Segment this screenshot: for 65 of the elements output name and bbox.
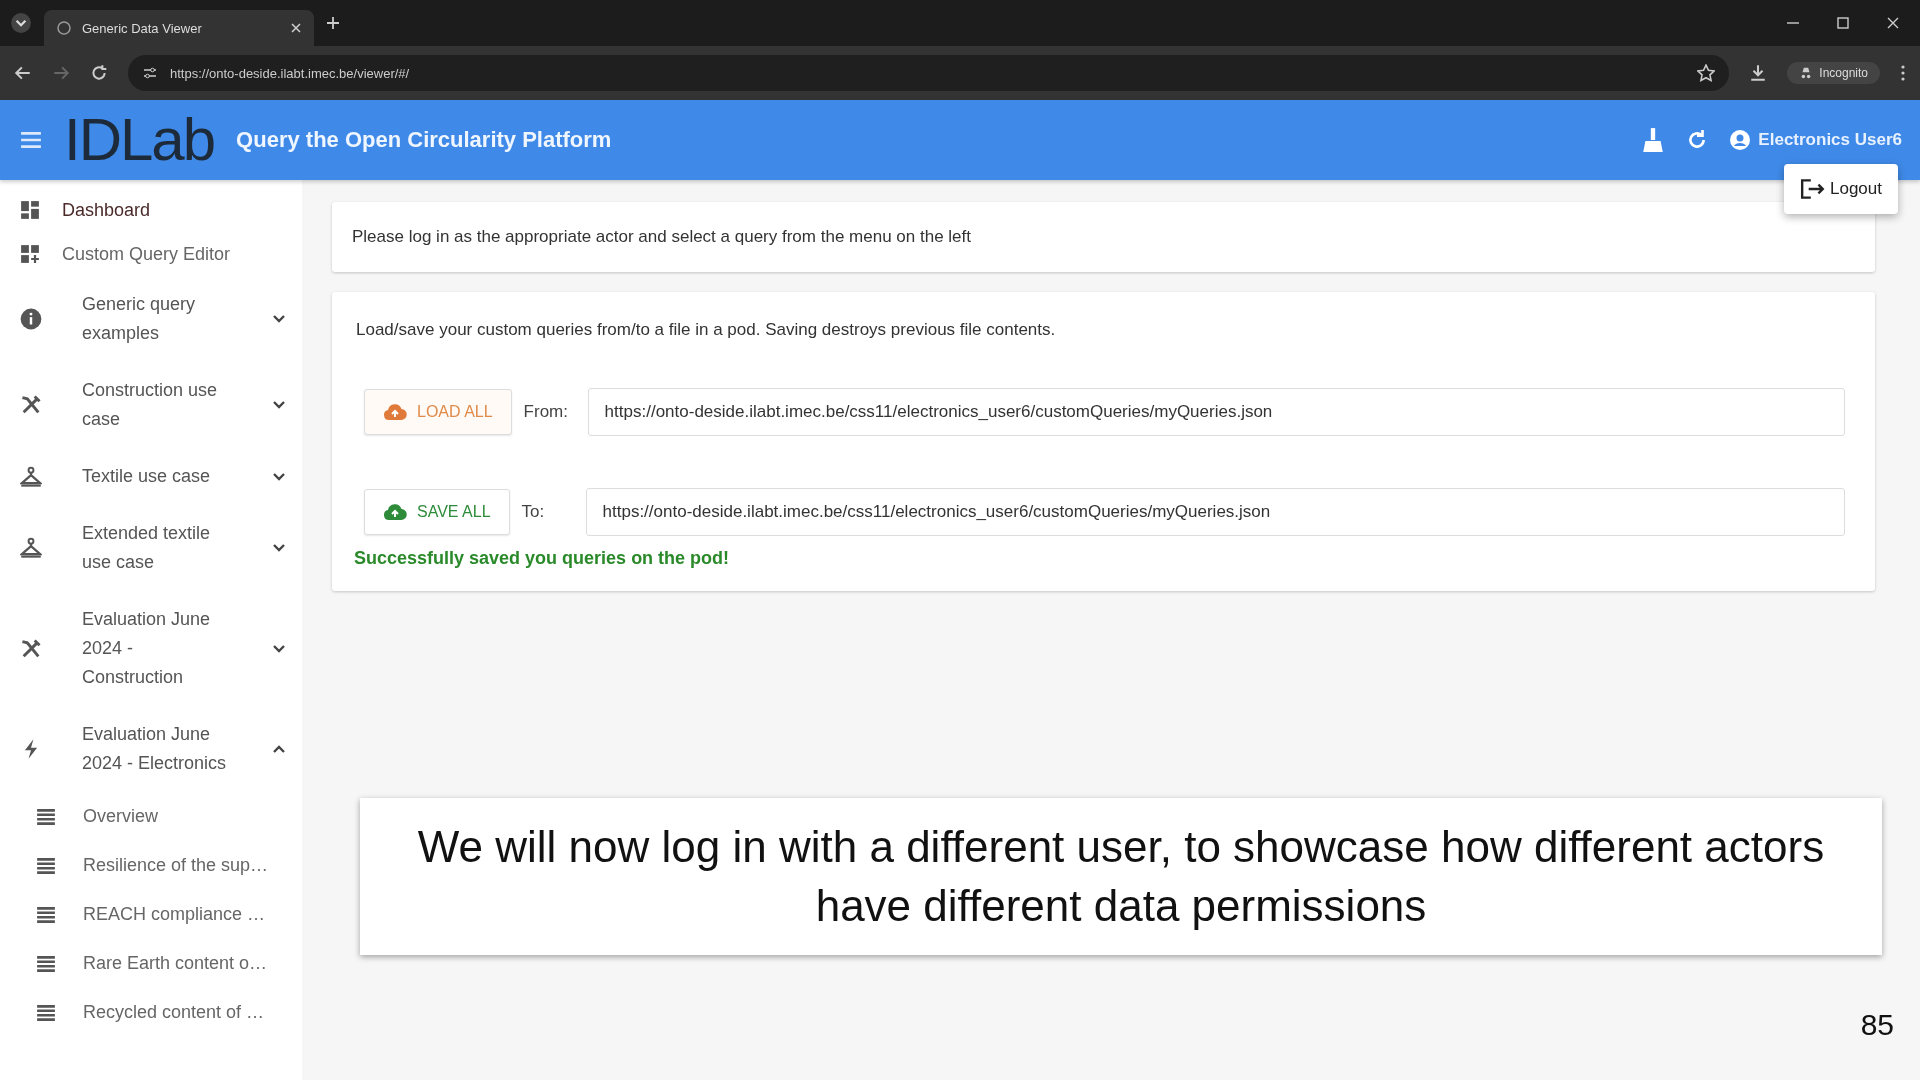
logout-menu-item[interactable]: Logout [1800,178,1882,200]
app-title: Query the Open Circularity Platform [236,127,612,153]
sidebar-group[interactable]: Evaluation June 2024 - Electronics [0,706,304,792]
url-input-field[interactable]: https://onto-deside.ilabt.imec.be/css11/electronics_user6/customQueries/myQueries.json [587,388,1845,436]
notice-text: Please log in as the appropriate actor and select a query from the menu on the left [352,227,971,247]
sidebar-group[interactable]: Textile use case [0,448,304,505]
url-input-field[interactable]: https://onto-deside.ilabt.imec.be/css11/electronics_user6/customQueries/myQueries.json [585,488,1845,536]
tab-list-icon[interactable] [10,12,32,34]
broom-icon[interactable] [1642,127,1665,153]
download-icon[interactable] [1749,64,1768,82]
list-icon [35,904,57,925]
close-icon[interactable] [290,22,302,34]
address-bar[interactable]: https://onto-deside.ilabt.imec.be/viewer/#/ [128,55,1730,91]
dashboard-icon [20,200,40,220]
page-number: 85 [1860,1008,1894,1042]
success-message: Successfully saved you queries on the pod! [354,548,731,569]
chevron-down-icon [272,543,286,553]
globe-icon [56,20,72,36]
reload-icon[interactable] [90,64,108,82]
browser-tab[interactable]: Generic Data Viewer [44,10,314,46]
sidebar-group[interactable]: Generic query examples [0,276,304,362]
logout-icon [1800,178,1826,200]
maximize-icon[interactable] [1836,16,1850,30]
chevron-down-icon [272,471,286,482]
sidebar-subitem[interactable]: Resilience of the sup… [0,841,304,890]
chevron-down-icon [272,400,286,410]
sidebar-link[interactable]: Custom Query Editor [0,232,304,276]
star-icon[interactable] [1697,64,1716,82]
field-label: To: [521,502,546,522]
tools-icon [20,394,42,416]
chevron-down-icon [272,643,286,654]
list-icon [35,1002,57,1023]
sidebar-group[interactable]: Evaluation June 2024 - Construction [0,591,304,706]
account-icon [1730,130,1751,150]
cloud-icon [383,403,407,421]
list-icon [35,953,57,974]
hanger-icon [20,537,42,559]
sidebar-subitem[interactable]: REACH compliance … [0,890,304,939]
sidebar-subitem[interactable]: Recycled content of … [0,988,304,1037]
chevron-up-icon [272,744,286,754]
description-text: Load/save your custom queries from/to a file in a pod. Saving destroys previous file contents. [356,320,1057,340]
sidebar-subitem[interactable]: Overview [0,792,304,841]
sidebar-group[interactable]: Construction use case [0,362,304,448]
hanger-icon [20,465,42,488]
incognito-badge[interactable]: Incognito [1787,62,1880,84]
sidebar-subitem[interactable]: Rare Earth content o… [0,939,304,988]
more-icon[interactable] [1900,64,1906,82]
logo: IDLab [64,110,215,170]
site-settings-icon[interactable] [142,65,158,81]
back-icon[interactable] [14,64,32,82]
sidebar-link[interactable]: Dashboard [0,188,304,232]
save-all-button[interactable]: SAVE ALL [364,489,510,535]
list-icon [35,806,57,827]
grid-plus-icon [20,244,40,264]
sidebar-group[interactable]: Extended textile use case [0,505,304,591]
tools-icon [20,637,42,660]
caption-text: We will now log in with a different user, to showcase how different actors have different data permissions [416,821,1826,932]
close-icon[interactable] [1886,16,1900,30]
chevron-down-icon [272,314,286,324]
list-icon [35,855,57,876]
field-label: From: [523,402,569,422]
menu-icon[interactable] [20,131,42,149]
cloud-icon [383,503,407,521]
info-icon [20,308,42,330]
new-tab-icon[interactable] [326,16,340,30]
